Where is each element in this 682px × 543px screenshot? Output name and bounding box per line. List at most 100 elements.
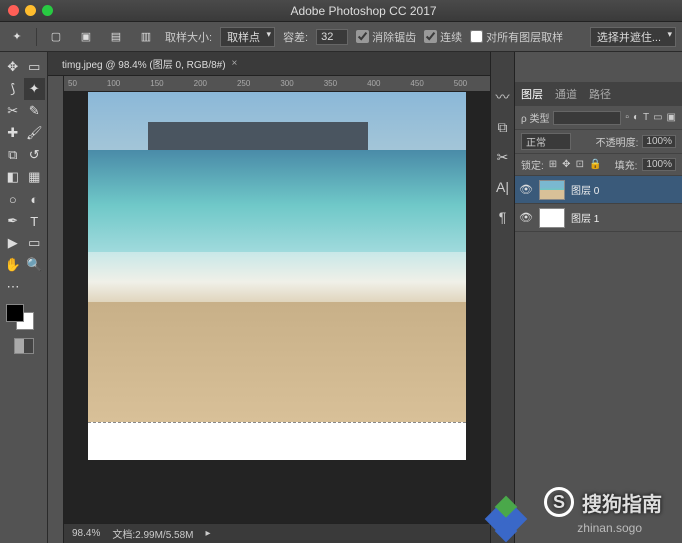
selection-intersect-icon[interactable]: ▥ [135,26,157,48]
history-brush-tool-icon[interactable]: ↺ [24,144,46,166]
layer-name[interactable]: 图层 0 [571,182,599,197]
watermark-squares-icon [482,493,532,543]
filter-type-icon[interactable]: T [643,112,649,123]
zoom-tool-icon[interactable]: 🔍 [24,254,46,276]
marquee-tool-icon[interactable]: ▭ [24,56,46,78]
opacity-value[interactable]: 100% [642,135,676,148]
close-icon[interactable] [8,5,19,16]
visibility-icon[interactable]: 👁 [519,183,533,196]
tab-paths[interactable]: 路径 [589,86,611,102]
magic-wand-tool-icon[interactable]: ✦ [24,78,46,100]
status-bar: 98.4% 文档:2.99M/5.58M ▸ [64,523,490,543]
sogou-logo-icon: S [544,487,574,517]
shape-tool-icon[interactable]: ▭ [24,232,46,254]
lock-label: 锁定: [521,157,544,172]
anti-alias-label: 消除锯齿 [372,29,416,45]
tab-layers[interactable]: 图层 [521,86,543,102]
eraser-tool-icon[interactable]: ◧ [2,166,24,188]
stamp-tool-icon[interactable]: ⧉ [2,144,24,166]
zoom-level[interactable]: 98.4% [72,528,100,539]
layer-thumbnail[interactable] [539,180,565,200]
watermark-text: 搜狗指南 [582,488,662,517]
color-swatches[interactable] [2,304,45,330]
tab-channels[interactable]: 通道 [555,86,577,102]
filter-kind-label: ρ 类型 [521,110,549,125]
layers-panel: 图层 通道 路径 ρ 类型 ▫ ◐ T ▭ ▣ 正常 不透明度: 100% 锁定… [514,52,682,543]
watermark-url: zhinan.sogo [577,521,642,535]
healing-tool-icon[interactable]: ✚ [2,122,24,144]
layer-row[interactable]: 👁 图层 0 [515,176,682,204]
layer-thumbnail[interactable] [539,208,565,228]
image-sand [88,302,466,422]
gradient-tool-icon[interactable]: ▦ [24,166,46,188]
brush-tool-icon[interactable]: 🖌 [24,122,46,144]
document-tabs: timg.jpeg @ 98.4% (图层 0, RGB/8#) × [48,52,490,76]
fill-value[interactable]: 100% [642,158,676,171]
magic-wand-icon[interactable]: ✦ [6,26,28,48]
contiguous-label: 连续 [440,29,462,45]
panel-dock: 〰 ⧉ ✂ A| ¶ [490,52,514,543]
brush-panel-icon[interactable]: 〰 [494,88,512,106]
dodge-tool-icon[interactable]: ◐ [24,188,46,210]
lock-position-icon[interactable]: ✥ [562,159,570,170]
type-tool-icon[interactable]: T [24,210,46,232]
titlebar: Adobe Photoshop CC 2017 [0,0,682,22]
minimize-icon[interactable] [25,5,36,16]
eyedropper-tool-icon[interactable]: ✎ [24,100,46,122]
layer-row[interactable]: 👁 图层 1 [515,204,682,232]
maximize-icon[interactable] [42,5,53,16]
opacity-label: 不透明度: [596,134,639,149]
filter-smart-icon[interactable]: ▣ [667,112,676,123]
blend-mode-dropdown[interactable]: 正常 [521,133,571,150]
document-area: timg.jpeg @ 98.4% (图层 0, RGB/8#) × 50100… [48,52,490,543]
filter-adjust-icon[interactable]: ◐ [633,112,639,123]
selection-add-icon[interactable]: ▣ [75,26,97,48]
lasso-tool-icon[interactable]: ⟆ [2,78,24,100]
filter-image-icon[interactable]: ▫ [625,112,629,123]
image-sea [88,150,466,260]
anti-alias-checkbox[interactable] [356,30,369,43]
close-tab-icon[interactable]: × [232,58,238,69]
tolerance-input[interactable]: 32 [316,29,348,45]
window-controls [8,5,53,16]
character-panel-icon[interactable]: A| [494,178,512,196]
ruler-vertical [48,76,64,543]
clone-panel-icon[interactable]: ⧉ [494,118,512,136]
watermark: S 搜狗指南 [544,487,662,517]
canvas[interactable] [88,92,466,460]
move-tool-icon[interactable]: ✥ [2,56,24,78]
selection-new-icon[interactable]: ▢ [45,26,67,48]
layer-filter-dropdown[interactable] [553,111,621,125]
ruler-horizontal: 50100150200250300350400450500 [64,76,490,92]
filter-shape-icon[interactable]: ▭ [653,112,662,123]
refine-edge-button[interactable]: 选择并遮住... [590,27,676,47]
contiguous-checkbox[interactable] [424,30,437,43]
document-tab[interactable]: timg.jpeg @ 98.4% (图层 0, RGB/8#) × [54,56,245,71]
layer-name[interactable]: 图层 1 [571,210,599,225]
status-arrow-icon[interactable]: ▸ [206,528,211,539]
foreground-color[interactable] [6,304,24,322]
sample-size-label: 取样大小: [165,29,212,45]
selection-subtract-icon[interactable]: ▤ [105,26,127,48]
lock-artboard-icon[interactable]: ⊡ [576,159,584,170]
edit-toolbar-icon[interactable]: ⋯ [2,276,24,298]
lock-all-icon[interactable]: 🔒 [589,159,601,170]
blur-tool-icon[interactable]: ○ [2,188,24,210]
hand-tool-icon[interactable]: ✋ [2,254,24,276]
crop-panel-icon[interactable]: ✂ [494,148,512,166]
document-tab-title: timg.jpeg @ 98.4% (图层 0, RGB/8#) [62,56,226,71]
paragraph-panel-icon[interactable]: ¶ [494,208,512,226]
toolbox: ✥▭ ⟆✦ ✂✎ ✚🖌 ⧉↺ ◧▦ ○◐ ✒T ▶▭ ✋🔍 ⋯ [0,52,48,543]
crop-tool-icon[interactable]: ✂ [2,100,24,122]
fill-label: 填充: [615,157,638,172]
app-title: Adobe Photoshop CC 2017 [53,4,674,18]
path-select-tool-icon[interactable]: ▶ [2,232,24,254]
lock-pixels-icon[interactable]: ⊞ [549,159,557,170]
visibility-icon[interactable]: 👁 [519,211,533,224]
pen-tool-icon[interactable]: ✒ [2,210,24,232]
all-layers-checkbox[interactable] [470,30,483,43]
canvas-viewport[interactable] [64,92,490,523]
quick-mask-icon[interactable] [14,338,34,354]
panel-tabs: 图层 通道 路径 [515,82,682,106]
sample-size-dropdown[interactable]: 取样点 [220,27,275,47]
